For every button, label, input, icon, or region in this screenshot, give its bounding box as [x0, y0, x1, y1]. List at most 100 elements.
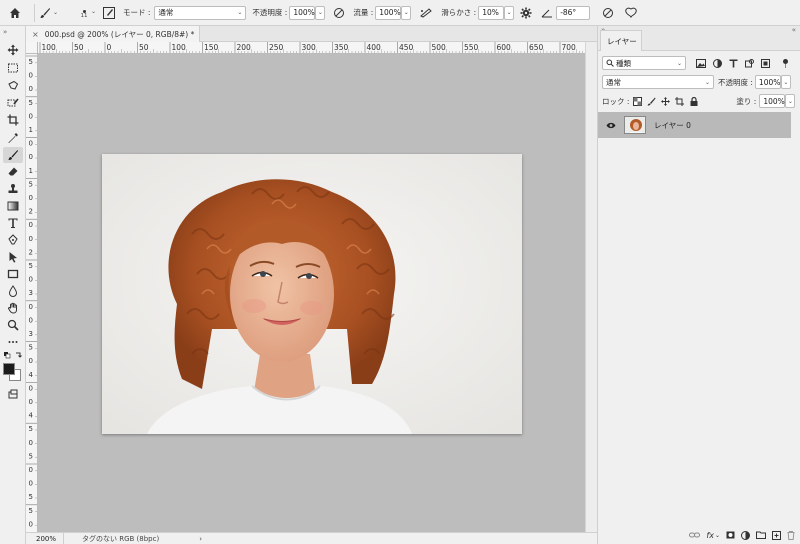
- layer-name[interactable]: レイヤー 0: [654, 120, 691, 131]
- flow-input[interactable]: 100%: [375, 5, 402, 20]
- new-layer-icon[interactable]: [772, 530, 781, 540]
- crop-tool-icon[interactable]: [3, 112, 23, 128]
- fill-input[interactable]: 100%: [759, 94, 786, 108]
- opacity-input[interactable]: 100%: [289, 5, 316, 20]
- angle-input[interactable]: -86°: [556, 5, 591, 20]
- path-selection-tool-icon[interactable]: [3, 249, 23, 265]
- lock-position-icon[interactable]: [661, 96, 671, 106]
- symmetry-icon[interactable]: [624, 7, 638, 19]
- ruler-label: 0: [29, 439, 33, 447]
- zoom-level-field[interactable]: 200%: [26, 532, 64, 544]
- horizontal-ruler[interactable]: 100 50 0 50 100 150 200 250 300 350 400 450 500 550 60…: [38, 42, 585, 54]
- lock-label: ロック :: [602, 96, 630, 106]
- mode-select[interactable]: 通常 ⌄: [154, 5, 247, 20]
- ruler-label: 0: [29, 480, 33, 488]
- chevron-down-icon: ⌄: [787, 97, 793, 105]
- flow-dropdown[interactable]: ⌄: [401, 5, 412, 20]
- document-tab[interactable]: × 000.psd @ 200% (レイヤー 0, RGB/8#) *: [26, 26, 200, 42]
- ruler-origin[interactable]: [26, 42, 38, 54]
- document-tabs: × 000.psd @ 200% (レイヤー 0, RGB/8#) *: [26, 26, 597, 42]
- brush-preset-picker[interactable]: 11 ⌄: [67, 0, 101, 26]
- portrait-photo: [102, 154, 522, 434]
- options-bar: ⌄ 11 ⌄ モード : 通常 ⌄ 不透明度 : 100% ⌄ 流量 : 100…: [0, 0, 800, 26]
- blend-mode-select[interactable]: 通常 ⌄: [602, 75, 714, 89]
- status-menu-arrow[interactable]: ›: [199, 535, 202, 543]
- rectangle-tool-icon[interactable]: [3, 266, 23, 282]
- foreground-color-swatch[interactable]: [3, 363, 15, 375]
- layer-filter-select[interactable]: 種類 ⌄: [602, 56, 686, 70]
- smoothing-dropdown[interactable]: ⌄: [504, 5, 515, 20]
- blur-tool-icon[interactable]: [3, 283, 23, 299]
- tab-layers[interactable]: レイヤー: [600, 30, 642, 51]
- mode-label: モード :: [123, 8, 151, 17]
- quick-mask-icon[interactable]: [3, 386, 23, 402]
- shape-layer-filter-icon[interactable]: [745, 58, 754, 68]
- smoothing-input[interactable]: 10%: [478, 5, 505, 20]
- eye-icon[interactable]: [602, 122, 620, 129]
- airbrush-icon[interactable]: [419, 7, 433, 19]
- ruler-label: 350: [334, 43, 349, 52]
- ruler-label: 0: [29, 398, 33, 406]
- link-layers-icon[interactable]: [689, 531, 701, 539]
- collapse-panels-right-icon[interactable]: «: [792, 26, 796, 34]
- trash-icon[interactable]: [787, 530, 795, 540]
- new-group-icon[interactable]: [756, 531, 766, 539]
- eraser-tool-icon[interactable]: [3, 164, 23, 180]
- fill-dropdown[interactable]: ⌄: [785, 94, 796, 108]
- marquee-tool-icon[interactable]: [3, 60, 23, 76]
- add-mask-icon[interactable]: [726, 531, 735, 539]
- ruler-label: 200: [237, 43, 252, 52]
- opacity-dropdown[interactable]: ⌄: [315, 5, 326, 20]
- eyedropper-tool-icon[interactable]: [3, 130, 23, 146]
- vertical-ruler[interactable]: 5 0 0 5 0 1 0 0 1 5 0 2 0 0 2 5 0 3 0 0 3 5 0 4 0 0 4 5 0 5 0 0 5 5 0: [26, 54, 38, 532]
- chevron-down-icon: ⌄: [676, 59, 682, 67]
- layer-opacity-input[interactable]: 100%: [754, 75, 781, 89]
- ruler-label: 1: [29, 126, 33, 134]
- lock-image-pixels-icon[interactable]: [647, 97, 656, 106]
- layer-row[interactable]: レイヤー 0: [598, 112, 791, 138]
- ruler-label: 500: [432, 43, 447, 52]
- layer-opacity-dropdown[interactable]: ⌄: [780, 75, 791, 89]
- pixel-layer-filter-icon[interactable]: [696, 58, 706, 68]
- pressure-opacity-icon[interactable]: [333, 7, 345, 19]
- ruler-label: 0: [29, 153, 33, 161]
- chevron-down-icon: ⌄: [783, 78, 789, 86]
- document-image[interactable]: [102, 154, 522, 434]
- type-layer-filter-icon[interactable]: [729, 59, 738, 68]
- new-adjustment-layer-icon[interactable]: [741, 530, 750, 540]
- default-colors-icon[interactable]: [3, 351, 23, 361]
- ruler-label: 50: [74, 43, 84, 52]
- move-tool-icon[interactable]: [3, 42, 23, 58]
- pressure-size-icon[interactable]: [602, 7, 614, 19]
- ruler-label: 100: [42, 43, 57, 52]
- layer-style-fx-icon[interactable]: fx: [706, 531, 714, 540]
- brush-settings-panel-icon[interactable]: [103, 6, 115, 19]
- lasso-tool-icon[interactable]: [3, 78, 23, 94]
- vertical-scrollbar[interactable]: [585, 42, 597, 532]
- type-tool-icon[interactable]: [3, 215, 23, 231]
- stamp-tool-icon[interactable]: [3, 181, 23, 197]
- gradient-tool-icon[interactable]: [3, 198, 23, 214]
- smart-object-filter-icon[interactable]: [761, 58, 770, 68]
- collapse-toolbar-icon[interactable]: »: [3, 28, 7, 36]
- brush-tool-button[interactable]: [3, 147, 23, 163]
- tools-panel: »: [0, 26, 26, 544]
- home-icon[interactable]: [9, 7, 21, 19]
- more-tools-icon[interactable]: [3, 334, 23, 350]
- canvas-area[interactable]: [38, 54, 585, 532]
- ruler-label: 0: [29, 140, 33, 148]
- lock-all-icon[interactable]: [690, 96, 698, 106]
- adjustment-layer-filter-icon[interactable]: [713, 58, 722, 68]
- zoom-tool-icon[interactable]: [3, 317, 23, 333]
- quick-selection-tool-icon[interactable]: [3, 95, 23, 111]
- gear-icon[interactable]: [520, 7, 532, 19]
- pen-tool-icon[interactable]: [3, 232, 23, 248]
- lock-transparent-pixels-icon[interactable]: [633, 96, 643, 106]
- ruler-label: 0: [29, 316, 33, 324]
- close-icon[interactable]: ×: [32, 30, 39, 39]
- hand-tool-icon[interactable]: [3, 300, 23, 316]
- filter-toggle-switch[interactable]: [783, 58, 788, 68]
- chevron-down-icon: ⌄: [317, 9, 323, 16]
- lock-artboard-icon[interactable]: [675, 96, 685, 106]
- tool-preset-picker[interactable]: ⌄: [39, 0, 67, 26]
